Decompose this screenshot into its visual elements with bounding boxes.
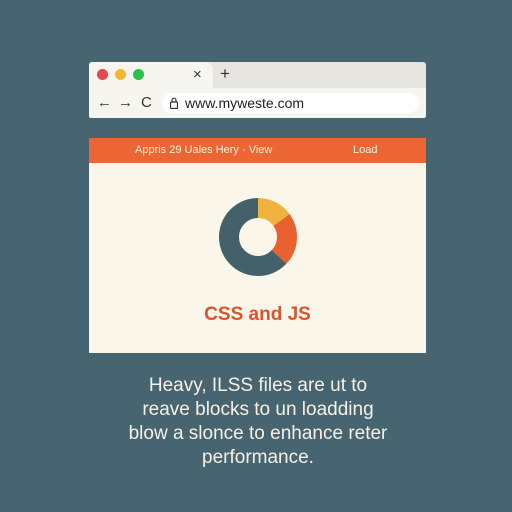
caption-line: Heavy, ILSS files are ut to [148, 375, 368, 396]
back-arrow-icon[interactable]: ← [97, 93, 112, 113]
donut-chart-graphic [219, 198, 297, 276]
address-bar[interactable]: www.myweste.com [162, 93, 419, 113]
reload-icon[interactable]: C [141, 93, 152, 113]
new-tab-icon[interactable]: + [220, 65, 230, 83]
page-heading: CSS and JS [204, 304, 311, 325]
maximize-window-button[interactable] [133, 69, 144, 80]
site-nav-links[interactable]: Appris 29 Uales Hery · View [135, 144, 272, 157]
browser-toolbar: ← → C www.myweste.com [89, 88, 426, 118]
caption-line: blow a slonce to enhance reter [128, 423, 388, 444]
caption-line: reave blocks to un loadding [142, 399, 374, 420]
url-text[interactable]: www.myweste.com [185, 95, 304, 112]
close-window-button[interactable] [97, 69, 108, 80]
caption-line: performance. [202, 447, 314, 468]
minimize-window-button[interactable] [115, 69, 126, 80]
forward-arrow-icon[interactable]: → [118, 93, 133, 113]
site-nav-load-link[interactable]: Load [353, 144, 377, 157]
browser-window: × + ← → C www.myweste.com [89, 62, 426, 118]
tab-bar: × + [89, 62, 426, 88]
active-tab[interactable]: × [89, 62, 213, 88]
site-nav-bar: Appris 29 Uales Hery · View Load [89, 138, 426, 163]
lock-icon [170, 97, 178, 109]
caption: Heavy, ILSS files are ut to reave blocks… [90, 374, 426, 470]
tab-close-icon[interactable]: × [193, 66, 202, 84]
page-viewport: Appris 29 Uales Hery · View Load CSS and… [89, 138, 426, 353]
stage: × + ← → C www.myweste.com Appris 29 Uale… [0, 0, 512, 512]
